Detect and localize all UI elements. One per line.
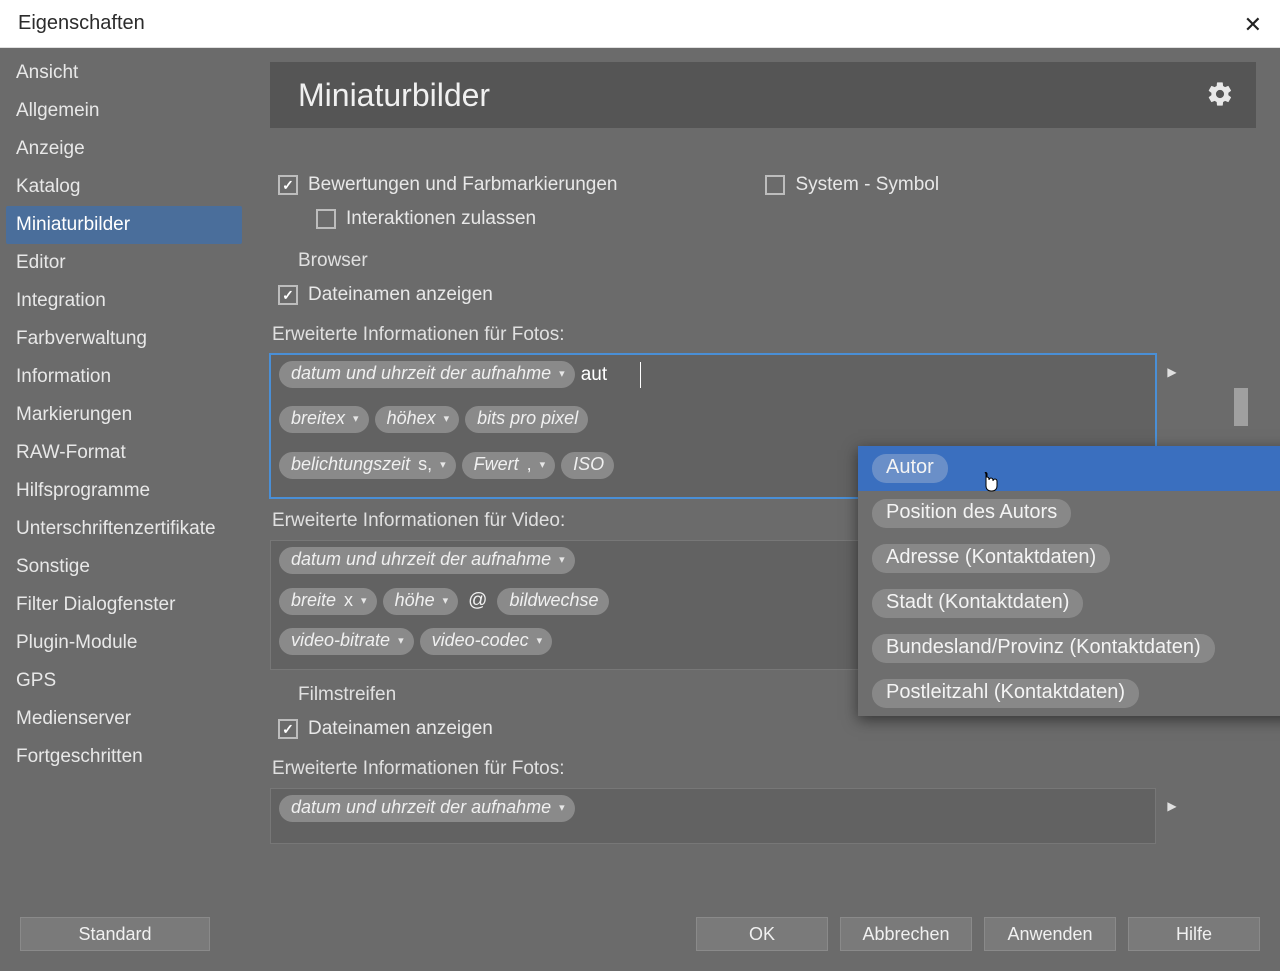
scrollbar-thumb[interactable]	[1234, 388, 1248, 426]
autocomplete-item[interactable]: Bundesland/Provinz (Kontaktdaten)Autor	[858, 626, 1280, 671]
ok-button[interactable]: OK	[696, 917, 828, 951]
checkbox-system-symbol[interactable]	[765, 175, 785, 195]
sidebar-item-raw-format[interactable]: RAW-Format	[6, 434, 242, 472]
tag-bits-pixel[interactable]: bits pro pixel	[465, 406, 588, 433]
sidebar-item-integration[interactable]: Integration	[6, 282, 242, 320]
sidebar-item-gps[interactable]: GPS	[6, 662, 242, 700]
label-filmstrip-photo-info: Erweiterte Informationen für Fotos:	[272, 758, 1256, 780]
plain-at: @	[464, 590, 491, 612]
sidebar-item-filter-dialogfenster[interactable]: Filter Dialogfenster	[6, 586, 242, 624]
sidebar-item-miniaturbilder[interactable]: Miniaturbilder	[6, 206, 242, 244]
tag-datum-aufnahme[interactable]: datum und uhrzeit der aufnahme▾	[279, 361, 575, 388]
autocomplete-item-label: Postleitzahl (Kontaktdaten)	[872, 679, 1139, 708]
photo-tag-search-input[interactable]	[581, 362, 641, 388]
sidebar-item-allgemein[interactable]: Allgemein	[6, 92, 242, 130]
checkbox-allow-interactions[interactable]	[316, 209, 336, 229]
label-browser-filenames: Dateinamen anzeigen	[308, 284, 493, 306]
help-button[interactable]: Hilfe	[1128, 917, 1260, 951]
expand-icon[interactable]: ▶	[1161, 361, 1183, 383]
tag-belichtung[interactable]: belichtungszeit s,▾	[279, 452, 456, 479]
cancel-button[interactable]: Abbrechen	[840, 917, 972, 951]
sidebar-item-sonstige[interactable]: Sonstige	[6, 548, 242, 586]
autocomplete-item-label: Stadt (Kontaktdaten)	[872, 589, 1083, 618]
autocomplete-item[interactable]: Postleitzahl (Kontaktdaten)Autor	[858, 671, 1280, 716]
tag-breite[interactable]: breitex▾	[279, 406, 369, 433]
sidebar-item-farbverwaltung[interactable]: Farbverwaltung	[6, 320, 242, 358]
window-titlebar: Eigenschaften ✕	[0, 0, 1280, 48]
label-allow-interactions: Interaktionen zulassen	[346, 208, 536, 230]
sidebar-item-medienserver[interactable]: Medienserver	[6, 700, 242, 738]
sidebar-item-anzeige[interactable]: Anzeige	[6, 130, 242, 168]
window-title: Eigenschaften	[18, 12, 145, 35]
autocomplete-item-label: Adresse (Kontaktdaten)	[872, 544, 1110, 573]
close-icon[interactable]: ✕	[1244, 12, 1262, 38]
sidebar-item-markierungen[interactable]: Markierungen	[6, 396, 242, 434]
tag-video-datum[interactable]: datum und uhrzeit der aufnahme▾	[279, 547, 575, 574]
tag-iso[interactable]: ISO	[561, 452, 614, 479]
sidebar-item-fortgeschritten[interactable]: Fortgeschritten	[6, 738, 242, 776]
apply-button[interactable]: Anwenden	[984, 917, 1116, 951]
tag-video-hoehe[interactable]: höhe▾	[383, 588, 459, 615]
tag-fwert[interactable]: Fwert,▾	[462, 452, 556, 479]
sidebar-item-information[interactable]: Information	[6, 358, 242, 396]
label-ratings: Bewertungen und Farbmarkierungen	[308, 174, 617, 196]
standard-button[interactable]: Standard	[20, 917, 210, 951]
tag-filmstrip-datum[interactable]: datum und uhrzeit der aufnahme▾	[279, 795, 575, 822]
checkbox-browser-filenames[interactable]	[278, 285, 298, 305]
dialog-footer: Standard OK Abbrechen Anwenden Hilfe	[0, 897, 1280, 971]
autocomplete-item-label: Position des Autors	[872, 499, 1071, 528]
sidebar-item-hilfsprogramme[interactable]: Hilfsprogramme	[6, 472, 242, 510]
gear-icon[interactable]	[1206, 80, 1234, 116]
settings-panel: Miniaturbilder Bewertungen und Farbmarki…	[248, 48, 1280, 897]
sidebar-item-ansicht[interactable]: Ansicht	[6, 54, 242, 92]
tag-hoehe[interactable]: höhex▾	[375, 406, 460, 433]
tag-bildwechsel[interactable]: bildwechse	[497, 588, 608, 615]
autocomplete-dropdown: AutorAutorPosition des AutorsAutorAdress…	[858, 446, 1280, 716]
panel-header: Miniaturbilder	[270, 62, 1256, 128]
tag-video-breite[interactable]: breite x▾	[279, 588, 377, 615]
tag-video-bitrate[interactable]: video-bitrate▾	[279, 628, 414, 655]
sidebar-item-plugin-module[interactable]: Plugin-Module	[6, 624, 242, 662]
settings-sidebar: AnsichtAllgemeinAnzeigeKatalogMiniaturbi…	[0, 48, 248, 897]
autocomplete-item[interactable]: Position des AutorsAutor	[858, 491, 1280, 536]
expand-icon[interactable]: ▶	[1161, 795, 1183, 817]
panel-title: Miniaturbilder	[298, 77, 490, 114]
sidebar-item-unterschriftenzertifikate[interactable]: Unterschriftenzertifikate	[6, 510, 242, 548]
autocomplete-item-label: Autor	[872, 454, 948, 483]
tag-video-codec[interactable]: video-codec▾	[420, 628, 553, 655]
label-browser-photo-info: Erweiterte Informationen für Fotos:	[272, 324, 1256, 346]
label-system-symbol: System - Symbol	[795, 174, 939, 196]
autocomplete-item[interactable]: Stadt (Kontaktdaten)Autor	[858, 581, 1280, 626]
filmstrip-photo-tagbox[interactable]: datum und uhrzeit der aufnahme▾ ▶	[270, 788, 1156, 844]
checkbox-filmstrip-filenames[interactable]	[278, 719, 298, 739]
autocomplete-item[interactable]: AutorAutor	[858, 446, 1280, 491]
sidebar-item-editor[interactable]: Editor	[6, 244, 242, 282]
section-browser: Browser	[298, 250, 1256, 272]
sidebar-item-katalog[interactable]: Katalog	[6, 168, 242, 206]
autocomplete-item[interactable]: Adresse (Kontaktdaten)Autor	[858, 536, 1280, 581]
label-filmstrip-filenames: Dateinamen anzeigen	[308, 718, 493, 740]
autocomplete-item-label: Bundesland/Provinz (Kontaktdaten)	[872, 634, 1215, 663]
checkbox-ratings[interactable]	[278, 175, 298, 195]
